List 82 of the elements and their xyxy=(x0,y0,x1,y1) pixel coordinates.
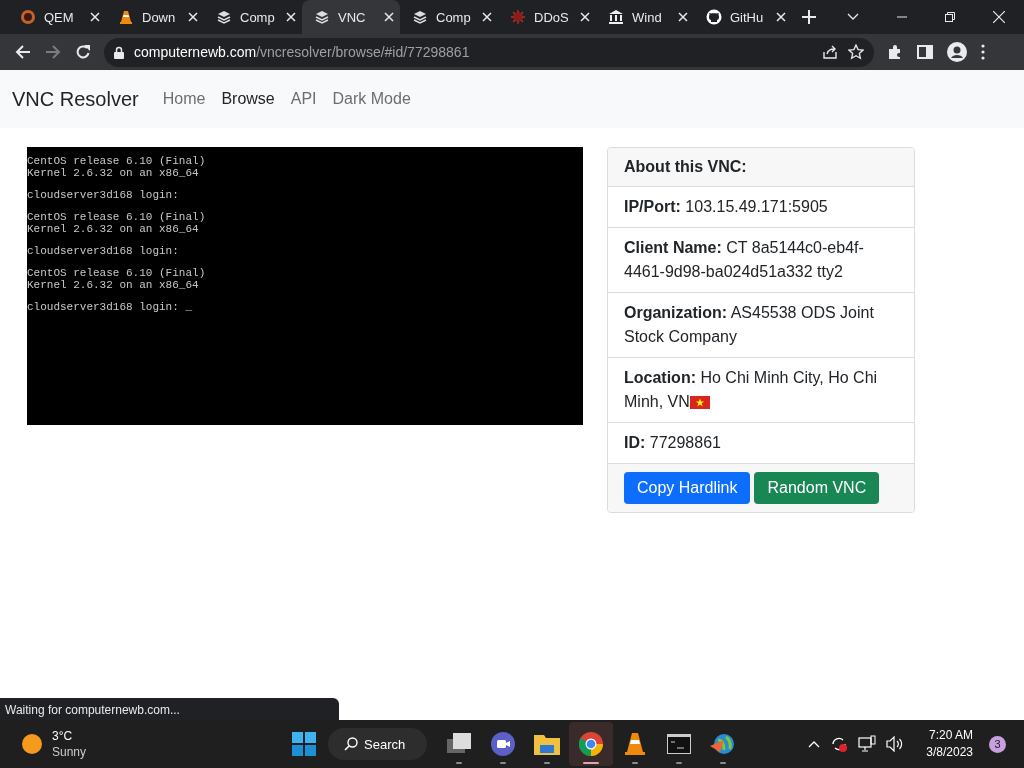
terminal-line: CentOS release 6.10 (Final) xyxy=(27,155,207,167)
temperature-text: 3°C xyxy=(52,728,74,744)
notification-badge[interactable]: 3 xyxy=(989,735,1006,753)
close-icon[interactable] xyxy=(286,12,296,22)
card-title: About this VNC: xyxy=(624,158,747,175)
cat-silhouette-icon xyxy=(706,9,722,25)
profile-icon[interactable] xyxy=(947,42,967,62)
action-button[interactable]: Random VNC xyxy=(754,472,880,504)
forward-arrow-icon[interactable] xyxy=(45,44,61,60)
browser-tab[interactable]: Comp xyxy=(204,0,302,34)
close-icon[interactable] xyxy=(776,12,786,22)
traffic-cone-icon xyxy=(118,9,134,25)
lock-icon xyxy=(114,45,124,59)
nav-link[interactable]: Home xyxy=(162,90,206,108)
close-icon[interactable] xyxy=(384,12,394,22)
search-icon xyxy=(344,737,358,751)
browser-tab[interactable]: VNC xyxy=(302,0,400,34)
star-icon[interactable] xyxy=(848,44,864,60)
browser-tab[interactable]: Comp xyxy=(400,0,498,34)
info-text: Location: Ho Chi Minh City, Ho Chi Minh, VN xyxy=(624,368,879,412)
globe-arrow-icon[interactable] xyxy=(710,732,737,756)
bank-icon xyxy=(608,9,624,25)
browser-tab[interactable]: Wind xyxy=(596,0,694,34)
weather-text: Sunny xyxy=(52,744,87,760)
orb-icon xyxy=(20,9,36,25)
speaker-icon[interactable] xyxy=(886,736,905,752)
url-text: computernewb.com/vncresolver/browse/#id/77298861 xyxy=(134,44,471,60)
terminal-line: CentOS release 6.10 (Final) xyxy=(27,211,207,223)
close-icon[interactable] xyxy=(188,12,198,22)
puzzle-icon[interactable] xyxy=(887,44,903,60)
close-icon[interactable] xyxy=(580,12,590,22)
back-arrow-icon[interactable] xyxy=(15,44,31,60)
info-text: Client Name: CT 8a5144c0-eb4f-4461-9d98-ba024d51a332 tty2 xyxy=(624,238,865,282)
restore-icon[interactable] xyxy=(945,12,955,22)
stack-icon xyxy=(216,9,232,25)
terminal-line: cloudserver3d168 login: xyxy=(27,245,180,257)
reload-icon[interactable] xyxy=(75,44,91,60)
address-bar[interactable]: computernewb.com/vncresolver/browse/#id/77298861 xyxy=(104,37,874,67)
browser-tab[interactable]: Down xyxy=(106,0,204,34)
share-icon[interactable] xyxy=(822,44,838,60)
new-tab-icon[interactable] xyxy=(802,10,816,24)
close-icon[interactable] xyxy=(993,11,1005,23)
sync-icon[interactable] xyxy=(830,735,849,753)
traffic-cone-icon[interactable] xyxy=(624,732,647,756)
chevron-down-icon[interactable] xyxy=(847,13,859,21)
chrome-icon[interactable] xyxy=(579,732,604,756)
info-text: IP/Port: 103.15.49.171:5905 xyxy=(624,197,829,217)
info-text: Organization: AS45538 ODS Joint Stock Company xyxy=(624,303,875,347)
windows-start-icon[interactable] xyxy=(292,732,316,756)
terminal-line: Kernel 2.6.32 on an x86_64 xyxy=(27,223,200,235)
status-text: Waiting for computernewb.com... xyxy=(5,703,180,717)
virus-icon xyxy=(510,9,526,25)
chevron-up-icon[interactable] xyxy=(808,740,821,748)
terminal-icon[interactable] xyxy=(667,734,692,754)
brand-title[interactable]: VNC Resolver xyxy=(12,87,139,111)
menu-icon[interactable] xyxy=(981,44,985,60)
terminal-line: Kernel 2.6.32 on an x86_64 xyxy=(27,279,200,291)
video-camera-icon[interactable] xyxy=(491,732,516,756)
gallery-icon[interactable] xyxy=(447,733,472,755)
network-icon[interactable] xyxy=(858,735,877,753)
search-button[interactable]: Search xyxy=(328,728,428,760)
nav-link[interactable]: API xyxy=(290,90,317,108)
browser-tab[interactable]: GitHu xyxy=(694,0,792,34)
folder-icon[interactable] xyxy=(534,733,561,755)
browser-tab[interactable]: DDoS xyxy=(498,0,596,34)
close-icon[interactable] xyxy=(678,12,688,22)
stack-icon xyxy=(412,9,428,25)
terminal-line: CentOS release 6.10 (Final) xyxy=(27,267,207,279)
close-icon[interactable] xyxy=(90,12,100,22)
sidebar-icon[interactable] xyxy=(917,44,933,60)
copy-button[interactable]: Copy Hardlink xyxy=(624,472,751,504)
sun-icon[interactable] xyxy=(22,734,42,754)
info-text: ID: 77298861 xyxy=(624,433,722,453)
clock[interactable]: 7:20 AM 3/8/2023 xyxy=(926,727,973,761)
terminal-line: Kernel 2.6.32 on an x86_64 xyxy=(27,167,200,179)
close-icon[interactable] xyxy=(482,12,492,22)
browser-tab[interactable]: QEM xyxy=(8,0,106,34)
nav-link[interactable]: Dark Mode xyxy=(332,90,411,108)
nav-link[interactable]: Browse xyxy=(221,90,275,108)
terminal-line: cloudserver3d168 login: xyxy=(27,189,180,201)
terminal-line: cloudserver3d168 login: _ xyxy=(27,301,194,313)
stack-icon xyxy=(314,9,330,25)
